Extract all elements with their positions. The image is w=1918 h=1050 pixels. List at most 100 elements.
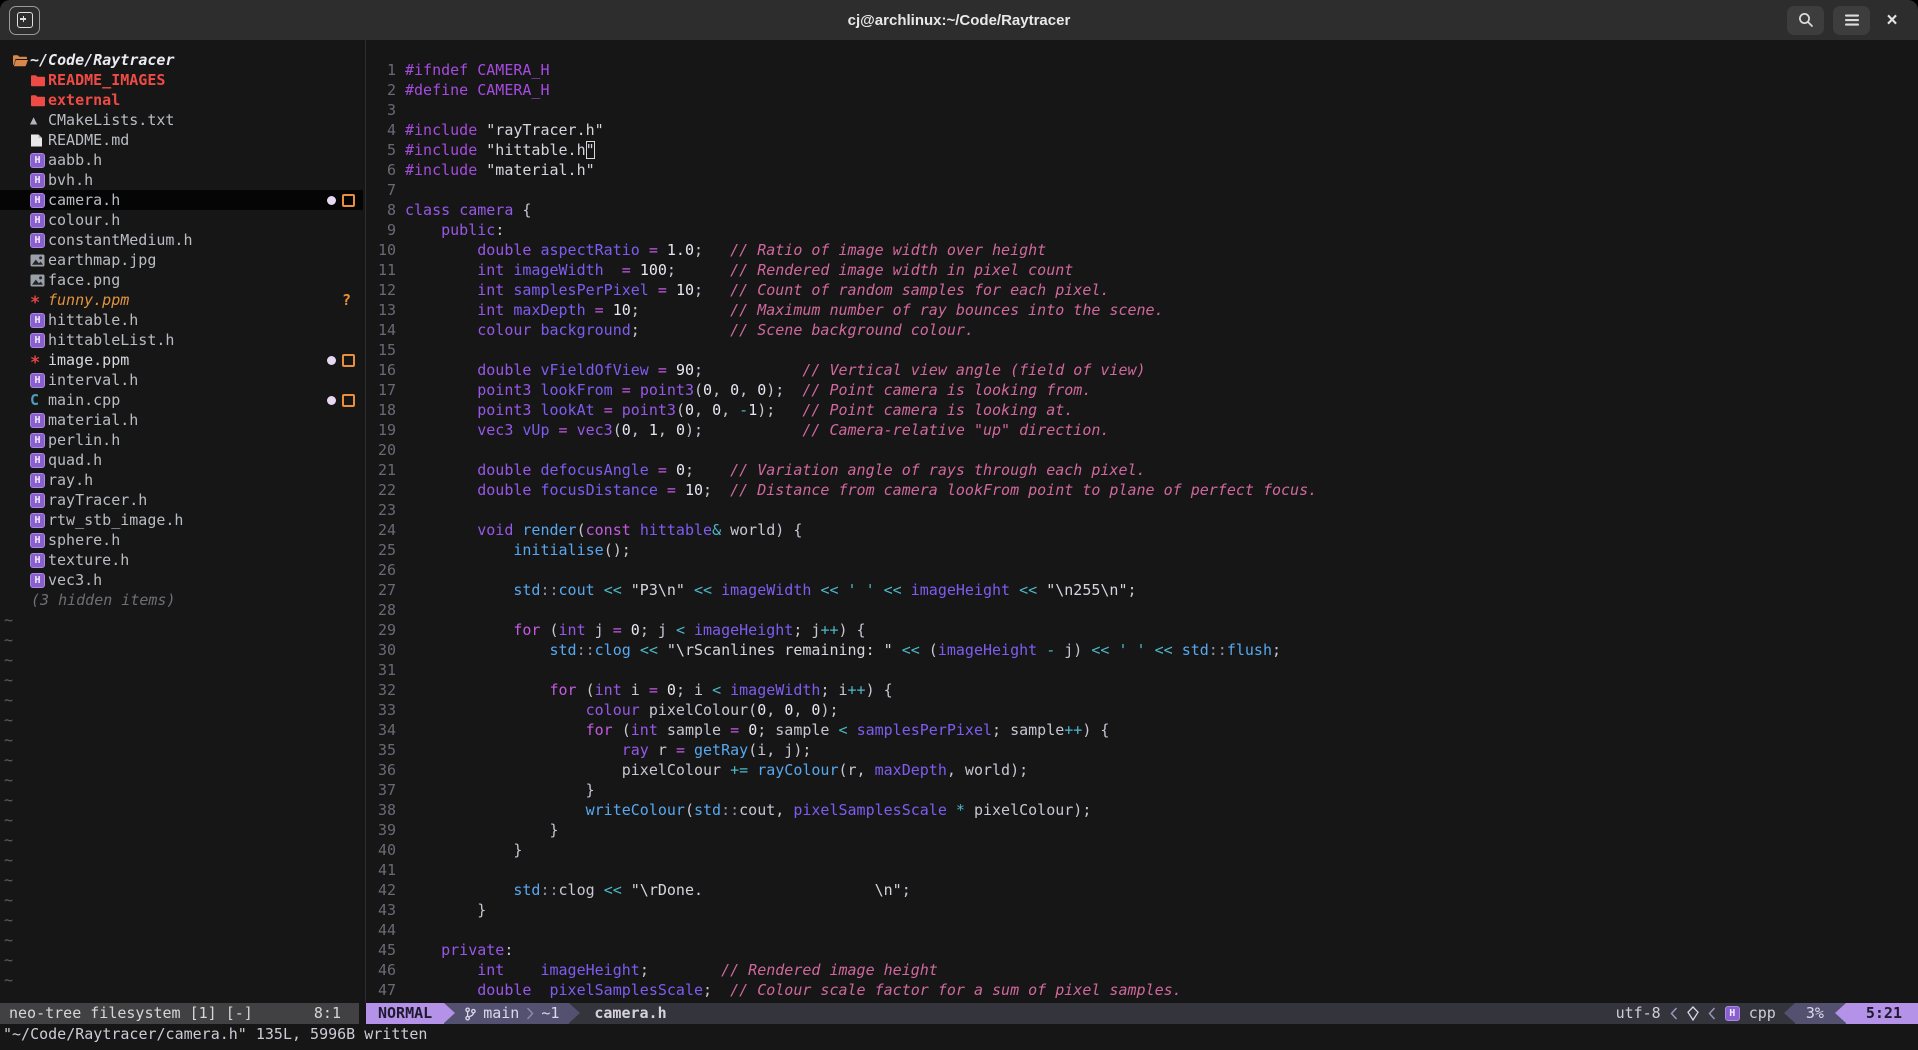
code-line-29[interactable]: 29 for (int j = 0; j < imageHeight; j++)… xyxy=(367,620,1918,640)
code-line-41[interactable]: 41 xyxy=(367,860,1918,880)
code-line-28[interactable]: 28 xyxy=(367,600,1918,620)
powerline-arrow xyxy=(1835,1003,1846,1024)
line-number: 14 xyxy=(367,320,396,340)
empty-line-tilde: ~ xyxy=(0,750,363,770)
h-file-icon: H xyxy=(30,193,45,208)
code-line-21[interactable]: 21 double defocusAngle = 0; // Variation… xyxy=(367,460,1918,480)
tree-item-rtw-stb-image.h[interactable]: Hrtw_stb_image.h xyxy=(0,510,363,530)
code-line-9[interactable]: 9 public: xyxy=(367,220,1918,240)
code-line-40[interactable]: 40 } xyxy=(367,840,1918,860)
modified-dot-marker xyxy=(327,396,336,405)
code-line-46[interactable]: 46 int imageHeight; // Rendered image he… xyxy=(367,960,1918,980)
code-line-36[interactable]: 36 pixelColour += rayColour(r, maxDepth,… xyxy=(367,760,1918,780)
tree-item-face.png[interactable]: face.png xyxy=(0,270,363,290)
code-line-5[interactable]: 5#include "hittable.h" xyxy=(367,140,1918,160)
tree-item-raytracer.h[interactable]: HrayTracer.h xyxy=(0,490,363,510)
tree-item-external[interactable]: external xyxy=(0,90,363,110)
tree-item-perlin.h[interactable]: Hperlin.h xyxy=(0,430,363,450)
code-line-42[interactable]: 42 std::clog << "\rDone. \n"; xyxy=(367,880,1918,900)
code-editor[interactable]: 1#ifndef CAMERA_H2#define CAMERA_H34#inc… xyxy=(367,40,1918,1023)
line-number: 11 xyxy=(367,260,396,280)
chevron-right-icon xyxy=(526,1007,534,1020)
unstaged-square-marker xyxy=(342,394,355,407)
code-line-18[interactable]: 18 point3 lookAt = point3(0, 0, -1); // … xyxy=(367,400,1918,420)
code-line-2[interactable]: 2#define CAMERA_H xyxy=(367,80,1918,100)
code-line-45[interactable]: 45 private: xyxy=(367,940,1918,960)
menu-button[interactable] xyxy=(1833,6,1870,35)
tree-item-camera.h[interactable]: Hcamera.h xyxy=(0,190,363,210)
tree-item-main.cpp[interactable]: Cmain.cpp xyxy=(0,390,363,410)
code-line-47[interactable]: 47 double pixelSamplesScale; // Colour s… xyxy=(367,980,1918,1000)
code-line-31[interactable]: 31 xyxy=(367,660,1918,680)
code-line-17[interactable]: 17 point3 lookFrom = point3(0, 0, 0); //… xyxy=(367,380,1918,400)
code-line-44[interactable]: 44 xyxy=(367,920,1918,940)
tree-item-ray.h[interactable]: Hray.h xyxy=(0,470,363,490)
close-button[interactable]: × xyxy=(1879,7,1905,33)
code-line-24[interactable]: 24 void render(const hittable& world) { xyxy=(367,520,1918,540)
tree-item-constantmedium.h[interactable]: HconstantMedium.h xyxy=(0,230,363,250)
code-line-39[interactable]: 39 } xyxy=(367,820,1918,840)
search-button[interactable] xyxy=(1787,6,1824,35)
code-line-35[interactable]: 35 ray r = getRay(i, j); xyxy=(367,740,1918,760)
tree-item-cmakelists.txt[interactable]: ▲CMakeLists.txt xyxy=(0,110,363,130)
tree-item-colour.h[interactable]: Hcolour.h xyxy=(0,210,363,230)
code-line-14[interactable]: 14 colour background; // Scene backgroun… xyxy=(367,320,1918,340)
code-line-16[interactable]: 16 double vFieldOfView = 90; // Vertical… xyxy=(367,360,1918,380)
tree-item-earthmap.jpg[interactable]: earthmap.jpg xyxy=(0,250,363,270)
code-line-34[interactable]: 34 for (int sample = 0; sample < samples… xyxy=(367,720,1918,740)
tree-item-hittable.h[interactable]: Hhittable.h xyxy=(0,310,363,330)
tree-item-interval.h[interactable]: Hinterval.h xyxy=(0,370,363,390)
code-line-26[interactable]: 26 xyxy=(367,560,1918,580)
tree-item-material.h[interactable]: Hmaterial.h xyxy=(0,410,363,430)
code-line-3[interactable]: 3 xyxy=(367,100,1918,120)
code-line-1[interactable]: 1#ifndef CAMERA_H xyxy=(367,60,1918,80)
code-line-32[interactable]: 32 for (int i = 0; i < imageWidth; i++) … xyxy=(367,680,1918,700)
h-file-icon: H xyxy=(30,173,45,188)
new-tab-button[interactable] xyxy=(9,6,40,35)
tree-item-readme-images[interactable]: README_IMAGES xyxy=(0,70,363,90)
code-line-12[interactable]: 12 int samplesPerPixel = 10; // Count of… xyxy=(367,280,1918,300)
line-number: 16 xyxy=(367,360,396,380)
tree-item-texture.h[interactable]: Htexture.h xyxy=(0,550,363,570)
code-line-7[interactable]: 7 xyxy=(367,180,1918,200)
tree-item-hittablelist.h[interactable]: HhittableList.h xyxy=(0,330,363,350)
line-number: 21 xyxy=(367,460,396,480)
code-line-23[interactable]: 23 xyxy=(367,500,1918,520)
code-line-6[interactable]: 6#include "material.h" xyxy=(367,160,1918,180)
code-line-20[interactable]: 20 xyxy=(367,440,1918,460)
code-line-37[interactable]: 37 } xyxy=(367,780,1918,800)
tree-item-quad.h[interactable]: Hquad.h xyxy=(0,450,363,470)
cmake-icon: ▲ xyxy=(30,110,37,130)
neotree-statusline: neo-tree filesystem [1] [-] 8:1 xyxy=(0,1003,359,1024)
tree-item--code-raytracer[interactable]: ~/Code/Raytracer xyxy=(0,50,363,70)
code-line-11[interactable]: 11 int imageWidth = 100; // Rendered ima… xyxy=(367,260,1918,280)
code-line-8[interactable]: 8class camera { xyxy=(367,200,1918,220)
code-line-15[interactable]: 15 xyxy=(367,340,1918,360)
tree-item-readme.md[interactable]: README.md xyxy=(0,130,363,150)
code-line-33[interactable]: 33 colour pixelColour(0, 0, 0); xyxy=(367,700,1918,720)
sidebar-separator[interactable] xyxy=(365,40,366,1003)
code-line-27[interactable]: 27 std::cout << "P3\n" << imageWidth << … xyxy=(367,580,1918,600)
code-line-19[interactable]: 19 vec3 vUp = vec3(0, 1, 0); // Camera-r… xyxy=(367,420,1918,440)
tree-item-funny.ppm[interactable]: *funny.ppm? xyxy=(0,290,363,310)
code-line-10[interactable]: 10 double aspectRatio = 1.0; // Ratio of… xyxy=(367,240,1918,260)
statusline-filename: camera.h xyxy=(594,1003,666,1024)
code-line-43[interactable]: 43 } xyxy=(367,900,1918,920)
line-number: 31 xyxy=(367,660,396,680)
code-line-25[interactable]: 25 initialise(); xyxy=(367,540,1918,560)
tree-item-vec3.h[interactable]: Hvec3.h xyxy=(0,570,363,590)
unstaged-square-marker xyxy=(342,194,355,207)
tree-item--3-hidden-items-[interactable]: (3 hidden items) xyxy=(0,590,363,610)
tree-item-label: ray.h xyxy=(48,470,93,490)
code-line-22[interactable]: 22 double focusDistance = 10; // Distanc… xyxy=(367,480,1918,500)
line-number: 33 xyxy=(367,700,396,720)
code-line-38[interactable]: 38 writeColour(std::cout, pixelSamplesSc… xyxy=(367,800,1918,820)
code-line-13[interactable]: 13 int maxDepth = 10; // Maximum number … xyxy=(367,300,1918,320)
code-line-4[interactable]: 4#include "rayTracer.h" xyxy=(367,120,1918,140)
tree-item-aabb.h[interactable]: Haabb.h xyxy=(0,150,363,170)
tree-item-bvh.h[interactable]: Hbvh.h xyxy=(0,170,363,190)
tree-item-image.ppm[interactable]: *image.ppm xyxy=(0,350,363,370)
code-line-30[interactable]: 30 std::clog << "\rScanlines remaining: … xyxy=(367,640,1918,660)
file-tree[interactable]: ~/Code/RaytracerREADME_IMAGESexternal▲CM… xyxy=(0,40,363,990)
tree-item-sphere.h[interactable]: Hsphere.h xyxy=(0,530,363,550)
